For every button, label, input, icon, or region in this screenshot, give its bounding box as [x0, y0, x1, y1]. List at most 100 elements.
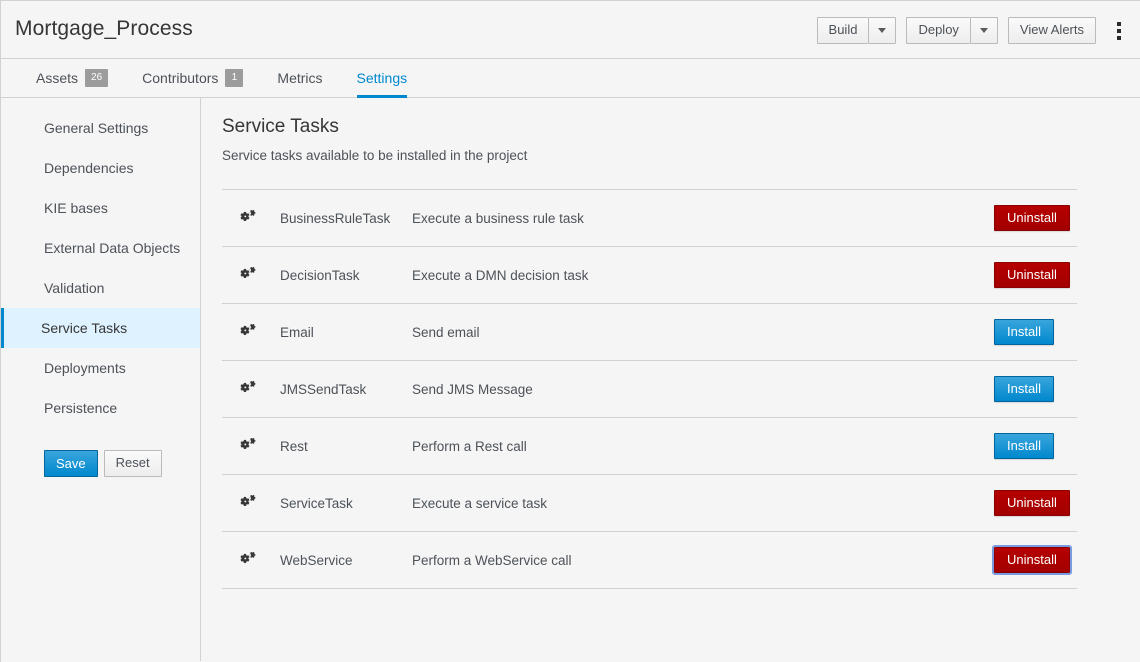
deploy-button[interactable]: Deploy [906, 17, 970, 44]
build-button-group: Build [816, 17, 897, 44]
table-row: JMSSendTask Send JMS Message Install [222, 361, 1077, 418]
build-dropdown-toggle[interactable] [868, 17, 897, 44]
tab-contributors[interactable]: Contributors 1 [125, 59, 260, 97]
service-tasks-table: BusinessRuleTask Execute a business rule … [222, 189, 1077, 589]
reset-button[interactable]: Reset [103, 450, 162, 477]
project-tabs: Assets 26 Contributors 1 Metrics Settings [19, 59, 1140, 98]
cogs-icon [240, 551, 256, 569]
save-button[interactable]: Save [44, 450, 98, 477]
header-actions: Build Deploy View Alerts [816, 17, 1130, 44]
service-task-name: Email [280, 324, 314, 340]
tab-metrics[interactable]: Metrics [260, 59, 339, 97]
service-task-action-cell: Uninstall [927, 247, 1077, 304]
sidebar-item-label: External Data Objects [44, 240, 181, 256]
service-task-icon-cell [222, 361, 280, 418]
uninstall-button[interactable]: Uninstall [994, 205, 1070, 231]
install-button[interactable]: Install [994, 319, 1054, 345]
project-tabs-bar: Assets 26 Contributors 1 Metrics Settings [1, 59, 1140, 98]
section-subtitle: Service tasks available to be installed … [222, 148, 528, 163]
service-task-name: DecisionTask [280, 267, 360, 283]
chevron-down-icon [878, 27, 887, 33]
cogs-icon [240, 266, 256, 284]
service-task-action-cell: Uninstall [927, 475, 1077, 532]
main-content: Service Tasks Service tasks available to… [201, 98, 1140, 661]
cogs-icon [240, 380, 256, 398]
cogs-icon [240, 494, 256, 512]
service-task-icon-cell [222, 532, 280, 589]
service-task-description: Execute a business rule task [412, 210, 584, 226]
body: General Settings Dependencies KIE bases Ext… [1, 98, 1140, 661]
sidebar-item-persistence[interactable]: Persistence [1, 388, 200, 428]
sidebar-item-general-settings[interactable]: General Settings [1, 108, 200, 148]
service-task-icon-cell [222, 247, 280, 304]
table-row: ServiceTask Execute a service task Uninsta… [222, 475, 1077, 532]
service-task-icon-cell [222, 190, 280, 247]
chevron-down-icon [979, 27, 988, 33]
cogs-icon [240, 323, 256, 341]
page-title: Mortgage_Process [15, 17, 193, 40]
uninstall-button[interactable]: Uninstall [994, 262, 1070, 288]
service-task-name: Rest [280, 438, 308, 454]
view-alerts-button[interactable]: View Alerts [1007, 17, 1096, 44]
install-button[interactable]: Install [994, 376, 1054, 402]
deploy-button-group: Deploy [906, 17, 998, 44]
sidebar-item-label: KIE bases [44, 200, 108, 216]
table-row: Rest Perform a Rest call Install [222, 418, 1077, 475]
sidebar-item-deployments[interactable]: Deployments [1, 348, 200, 388]
service-task-icon-cell [222, 418, 280, 475]
service-task-name: ServiceTask [280, 495, 353, 511]
settings-sidebar: General Settings Dependencies KIE bases Ext… [1, 98, 201, 661]
app-page: Mortgage_Process Build Deploy View Alert… [0, 0, 1140, 662]
service-task-description: Execute a DMN decision task [412, 267, 589, 283]
uninstall-button[interactable]: Uninstall [994, 490, 1070, 516]
sidebar-item-label: Persistence [44, 400, 118, 416]
service-task-description: Execute a service task [412, 495, 548, 511]
sidebar-item-validation[interactable]: Validation [1, 268, 200, 308]
kebab-dot [1117, 21, 1121, 26]
service-task-name: JMSSendTask [280, 381, 367, 397]
sidebar-item-label: Validation [44, 280, 105, 296]
service-task-name: WebService [280, 552, 353, 568]
cogs-icon [240, 209, 256, 227]
tab-label: Assets [36, 70, 79, 86]
table-row: BusinessRuleTask Execute a business rule … [222, 190, 1077, 247]
settings-nav-list: General Settings Dependencies KIE bases Ext… [1, 108, 200, 428]
tab-assets[interactable]: Assets 26 [19, 59, 125, 97]
service-task-description: Send email [412, 324, 480, 340]
sidebar-item-dependencies[interactable]: Dependencies [1, 148, 200, 188]
tab-label: Metrics [277, 70, 323, 86]
cogs-icon [240, 437, 256, 455]
sidebar-item-service-tasks[interactable]: Service Tasks [1, 308, 200, 348]
table-row: WebService Perform a WebService call Unins… [222, 532, 1077, 589]
build-button[interactable]: Build [816, 17, 869, 44]
tab-settings[interactable]: Settings [340, 59, 425, 98]
kebab-dot [1117, 35, 1121, 40]
sidebar-item-kie-bases[interactable]: KIE bases [1, 188, 200, 228]
sidebar-item-external-data-objects[interactable]: External Data Objects [1, 228, 200, 268]
service-task-description: Send JMS Message [412, 381, 533, 397]
app-header: Mortgage_Process Build Deploy View Alert… [1, 1, 1140, 59]
service-task-description: Perform a Rest call [412, 438, 527, 454]
deploy-dropdown-toggle[interactable] [969, 17, 998, 44]
service-task-description: Perform a WebService call [412, 552, 572, 568]
sidebar-item-label: Service Tasks [41, 320, 128, 336]
uninstall-button[interactable]: Uninstall [992, 545, 1072, 575]
service-task-icon-cell [222, 475, 280, 532]
tab-label: Settings [356, 70, 408, 86]
sidebar-item-label: General Settings [44, 120, 149, 136]
sidebar-action-buttons: Save Reset [1, 428, 200, 477]
table-row: Email Send email Install [222, 304, 1077, 361]
service-task-action-cell: Uninstall [927, 532, 1077, 589]
sidebar-item-label: Deployments [44, 360, 126, 376]
kebab-dot [1117, 28, 1121, 33]
service-task-action-cell: Install [927, 418, 1077, 475]
install-button[interactable]: Install [994, 433, 1054, 459]
service-task-action-cell: Uninstall [927, 190, 1077, 247]
service-task-action-cell: Install [927, 361, 1077, 418]
service-task-name: BusinessRuleTask [280, 210, 391, 226]
service-task-icon-cell [222, 304, 280, 361]
kebab-vertical-icon[interactable] [1108, 18, 1130, 44]
table-row: DecisionTask Execute a DMN decision task U… [222, 247, 1077, 304]
tab-badge: 26 [85, 69, 109, 87]
tab-label: Contributors [142, 70, 219, 86]
